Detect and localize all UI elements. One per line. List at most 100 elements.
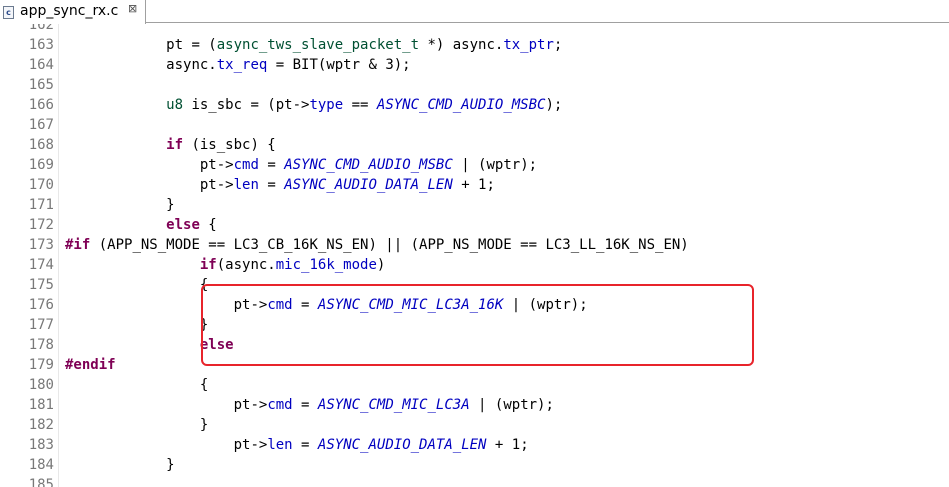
code-token: } (199, 417, 209, 433)
line-number: 184 (28, 457, 54, 473)
line-number: 164 (28, 57, 54, 73)
line-number: 183 (28, 437, 54, 453)
code-token: | (wptr); (469, 397, 554, 413)
code-token: = (258, 157, 285, 173)
code-token: mic_16k_mode (275, 257, 377, 273)
code-token: ; (553, 37, 563, 53)
annotation-ruler (0, 24, 8, 487)
code-line[interactable]: } (200, 415, 208, 435)
code-token: len (233, 177, 259, 193)
code-token: == (343, 97, 377, 113)
code-line[interactable]: if (is_sbc) { (166, 135, 276, 155)
code-token: (async. (216, 257, 276, 273)
code-token: = BIT(wptr & 3); (267, 57, 411, 73)
line-number: 166 (28, 97, 54, 113)
code-line[interactable]: #endif (65, 355, 116, 375)
line-number: 177 (28, 317, 54, 333)
code-token: pt-> (199, 177, 234, 193)
code-token: pt = ( (166, 37, 217, 53)
code-token: | (wptr); (452, 157, 538, 173)
code-token: ASYNC_CMD_AUDIO_MSBC (376, 97, 546, 113)
line-number: 176 (28, 297, 54, 313)
code-token: #if (65, 237, 91, 253)
code-line[interactable]: u8 is_sbc = (pt->type == ASYNC_CMD_AUDIO… (166, 95, 562, 115)
line-number: 171 (28, 197, 54, 213)
code-token: ) (376, 257, 386, 273)
code-token: ASYNC_AUDIO_DATA_LEN (317, 437, 487, 453)
code-token: ); (545, 97, 563, 113)
line-number: 180 (28, 377, 54, 393)
code-token: pt-> (233, 437, 268, 453)
code-line[interactable]: pt->cmd = ASYNC_CMD_MIC_LC3A | (wptr); (234, 395, 554, 415)
file-tab[interactable]: c app_sync_rx.c ⊠ (0, 0, 146, 24)
code-line[interactable]: else { (166, 215, 217, 235)
code-token: (APP_NS_MODE == LC3_CB_16K_NS_EN) || (AP… (90, 237, 689, 253)
code-line[interactable]: #if (APP_NS_MODE == LC3_CB_16K_NS_EN) ||… (65, 235, 689, 255)
line-number: 162 (28, 24, 54, 33)
code-token: async. (166, 57, 217, 73)
line-number: 167 (28, 117, 54, 133)
line-number: 168 (28, 137, 54, 153)
code-token: } (166, 197, 175, 213)
code-token: type (309, 97, 344, 113)
line-number: 181 (28, 397, 54, 413)
editor-tab-bar: c app_sync_rx.c ⊠ (0, 0, 949, 24)
code-token: len (267, 437, 293, 453)
code-token: (is_sbc) { (183, 137, 276, 153)
code-line[interactable]: if(async.mic_16k_mode) (200, 255, 385, 275)
code-token: if (199, 257, 217, 273)
gutter-separator (58, 24, 59, 487)
line-number-gutter: 162 163 164 165 166 167 168 169 170 171 172 173 174 1… (8, 24, 54, 487)
line-number: 169 (28, 157, 54, 173)
line-number: 178 (28, 337, 54, 353)
code-line[interactable]: { (200, 375, 208, 395)
code-token: if (166, 137, 184, 153)
line-number: 179 (28, 357, 54, 373)
line-number: 163 (28, 37, 54, 53)
code-token: *) async. (419, 37, 504, 53)
code-line[interactable]: pt->cmd = ASYNC_CMD_AUDIO_MSBC | (wptr); (200, 155, 537, 175)
code-token: #endif (65, 357, 116, 373)
code-line[interactable]: pt = (async_tws_slave_packet_t *) async.… (166, 35, 562, 55)
code-token: async_tws_slave_packet_t (216, 37, 420, 53)
code-token: cmd (267, 397, 293, 413)
code-editor[interactable]: 162 163 164 165 166 167 168 169 170 171 172 173 174 1… (0, 24, 949, 487)
code-token: ASYNC_CMD_AUDIO_MSBC (284, 157, 453, 173)
code-token: pt-> (199, 157, 234, 173)
code-text-area[interactable]: pt = (async_tws_slave_packet_t *) async.… (65, 24, 945, 487)
line-number: 185 (28, 477, 54, 487)
code-token: = (292, 397, 318, 413)
code-token: u8 (166, 97, 184, 113)
line-number: 175 (28, 277, 54, 293)
line-number: 173 (28, 237, 54, 253)
code-line[interactable]: async.tx_req = BIT(wptr & 3); (166, 55, 410, 75)
code-line[interactable]: } (166, 195, 174, 215)
code-token: } (166, 457, 175, 473)
code-token: else (166, 217, 200, 233)
line-number: 174 (28, 257, 54, 273)
c-source-file-icon: c (3, 6, 14, 19)
code-token: { (199, 217, 217, 233)
line-number: 172 (28, 217, 54, 233)
line-number: 165 (28, 77, 54, 93)
code-token: ASYNC_CMD_MIC_LC3A (317, 397, 470, 413)
line-number: 170 (28, 177, 54, 193)
code-token: tx_ptr (503, 37, 554, 53)
code-token: cmd (233, 157, 259, 173)
code-token: = (292, 437, 318, 453)
code-token: { (199, 377, 209, 393)
code-line[interactable]: pt->len = ASYNC_AUDIO_DATA_LEN + 1; (234, 435, 529, 455)
code-token: + 1; (452, 177, 495, 193)
red-highlight-annotation (201, 284, 754, 366)
code-token: ASYNC_AUDIO_DATA_LEN (284, 177, 453, 193)
code-token: is_sbc = (pt-> (183, 97, 310, 113)
code-line[interactable]: pt->len = ASYNC_AUDIO_DATA_LEN + 1; (200, 175, 495, 195)
file-tab-title[interactable]: app_sync_rx.c (20, 3, 118, 19)
code-token: = (258, 177, 285, 193)
tab-bar-divider (146, 22, 949, 23)
line-number: 182 (28, 417, 54, 433)
close-tab-icon[interactable]: ⊠ (128, 3, 140, 15)
code-token: pt-> (233, 397, 268, 413)
code-line[interactable]: } (166, 455, 174, 475)
code-token: tx_req (216, 57, 268, 73)
